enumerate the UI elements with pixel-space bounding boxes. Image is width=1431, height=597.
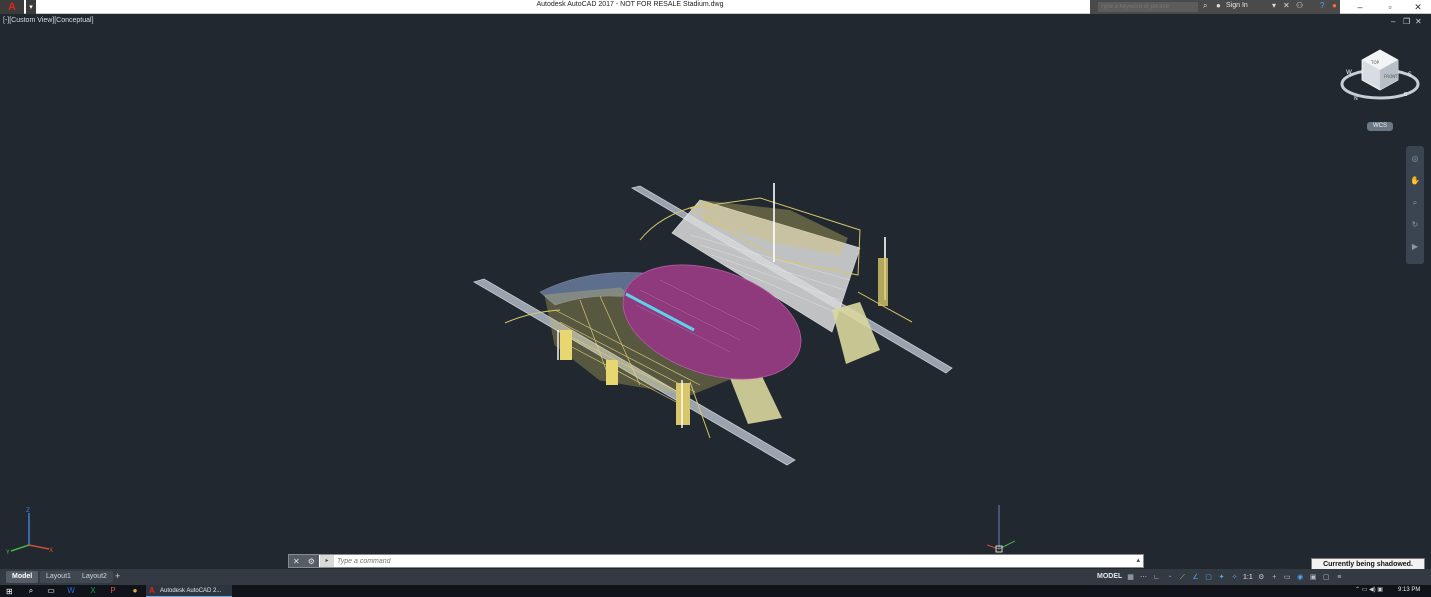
orbit-icon[interactable]: ↻ bbox=[1410, 220, 1420, 230]
viewcube-top-label: TOP bbox=[1370, 60, 1380, 65]
steering-wheel-icon[interactable]: ◎ bbox=[1410, 154, 1420, 164]
powerpoint-icon[interactable]: P bbox=[106, 586, 120, 596]
compass-s: S bbox=[1408, 71, 1412, 78]
command-line-tools: ✕ ⚙ bbox=[289, 555, 319, 567]
recent-commands-icon[interactable]: ▸ bbox=[320, 555, 334, 567]
taskbar-autocad-label: Autodesk AutoCAD 2... bbox=[160, 588, 222, 594]
stadium-3d-model[interactable] bbox=[0, 0, 1431, 597]
near-tower bbox=[676, 383, 690, 425]
command-input[interactable] bbox=[337, 556, 1117, 566]
wcs-menu[interactable]: WCS bbox=[1367, 122, 1393, 131]
tab-layout1[interactable]: Layout1 bbox=[40, 571, 77, 583]
compass-w: W bbox=[1346, 69, 1352, 76]
autocad-taskbar-icon: A bbox=[149, 586, 155, 595]
showmotion-icon[interactable]: ▶ bbox=[1410, 242, 1420, 252]
navigation-bar: ◎ ✋ ⌕ ↻ ▶ bbox=[1406, 146, 1424, 264]
far-tower bbox=[878, 258, 888, 306]
object-snap-tracking-icon[interactable]: ∠ bbox=[1191, 573, 1200, 582]
status-bar: Model Layout1 Layout2 + MODEL ▦ ⋯ ∟ ◔ ⟋ … bbox=[0, 569, 1431, 585]
hardware-acceleration-icon[interactable]: ▣ bbox=[1309, 573, 1318, 582]
crosshair-cursor bbox=[986, 505, 1015, 553]
excel-icon[interactable]: X bbox=[86, 586, 100, 596]
zoom-icon[interactable]: ⌕ bbox=[1410, 198, 1420, 208]
workspace-icon[interactable]: ⚙ bbox=[1257, 573, 1266, 582]
compass-e: E bbox=[1404, 92, 1407, 98]
near-wedge bbox=[730, 372, 782, 424]
customization-icon[interactable]: ≡ bbox=[1335, 573, 1344, 582]
near-block-1 bbox=[560, 330, 572, 360]
word-icon[interactable]: W bbox=[64, 586, 78, 596]
pan-icon[interactable]: ✋ bbox=[1410, 176, 1420, 186]
tab-model[interactable]: Model bbox=[6, 571, 39, 583]
command-line: ✕ ⚙ ▸ ▴ bbox=[288, 554, 1144, 568]
autocad-window: A ▾ Autodesk AutoCAD 2017 - NOT FOR RESA… bbox=[0, 0, 1431, 597]
taskbar-clock[interactable]: 9:13 PM bbox=[1398, 587, 1420, 593]
annotation-scale[interactable]: 1:1 bbox=[1243, 574, 1253, 581]
windows-taskbar: ⊞ ⌕ ▭ W X P ● A Autodesk AutoCAD 2... ⌃ … bbox=[0, 585, 1431, 597]
model-space-toggle[interactable]: MODEL bbox=[1097, 573, 1122, 580]
polar-icon[interactable]: ◔ bbox=[1165, 573, 1174, 582]
close-command-line-icon[interactable]: ✕ bbox=[293, 557, 300, 566]
add-layout-icon[interactable]: + bbox=[115, 571, 120, 581]
windows-start-icon[interactable]: ⊞ bbox=[6, 587, 13, 596]
near-block-2 bbox=[606, 360, 618, 385]
ucs-y-label: Y bbox=[5, 549, 10, 555]
ucs-z-label: Z bbox=[26, 507, 30, 514]
viewcube[interactable]: TOP FRONT W S N E bbox=[1340, 40, 1420, 106]
isodraft-icon[interactable]: ⟋ bbox=[1178, 573, 1187, 582]
ortho-icon[interactable]: ∟ bbox=[1152, 573, 1161, 582]
chrome-icon[interactable]: ● bbox=[128, 586, 142, 596]
annotation-visibility-icon[interactable]: ✦ bbox=[1217, 573, 1226, 582]
far-wedge bbox=[832, 302, 880, 364]
auto-scale-icon[interactable]: ✧ bbox=[1230, 573, 1239, 582]
system-tray-icons[interactable]: ⌃ ▭ ◀) ▣ bbox=[1355, 586, 1383, 593]
customize-icon[interactable]: ⚙ bbox=[308, 557, 315, 566]
annotation-monitor-icon[interactable]: + bbox=[1270, 573, 1279, 582]
snap-icon[interactable]: ⋯ bbox=[1139, 573, 1148, 582]
units-icon[interactable]: ▭ bbox=[1283, 573, 1292, 582]
grid-icon[interactable]: ▦ bbox=[1126, 573, 1135, 582]
object-snap-icon[interactable]: ▢ bbox=[1204, 573, 1213, 582]
compass-n: N bbox=[1354, 96, 1358, 102]
ucs-x-label: X bbox=[49, 547, 53, 554]
taskbar-autocad-button[interactable]: A Autodesk AutoCAD 2... bbox=[146, 585, 232, 597]
status-tray: ▦ ⋯ ∟ ◔ ⟋ ∠ ▢ ✦ ✧ 1:1 ⚙ + ▭ ◉ ▣ ▢ ≡ bbox=[1126, 571, 1431, 583]
ucs-icon[interactable]: Z X Y bbox=[5, 505, 55, 555]
task-view-icon[interactable]: ▭ bbox=[44, 586, 58, 596]
command-history-dropdown-icon[interactable]: ▴ bbox=[1136, 556, 1140, 564]
clean-screen-icon[interactable]: ▢ bbox=[1322, 573, 1331, 582]
tab-layout2[interactable]: Layout2 bbox=[76, 571, 113, 583]
viewcube-front-label: FRONT bbox=[1384, 74, 1398, 79]
isolate-objects-icon[interactable]: ◉ bbox=[1296, 573, 1305, 582]
taskbar-search-icon[interactable]: ⌕ bbox=[24, 586, 38, 596]
